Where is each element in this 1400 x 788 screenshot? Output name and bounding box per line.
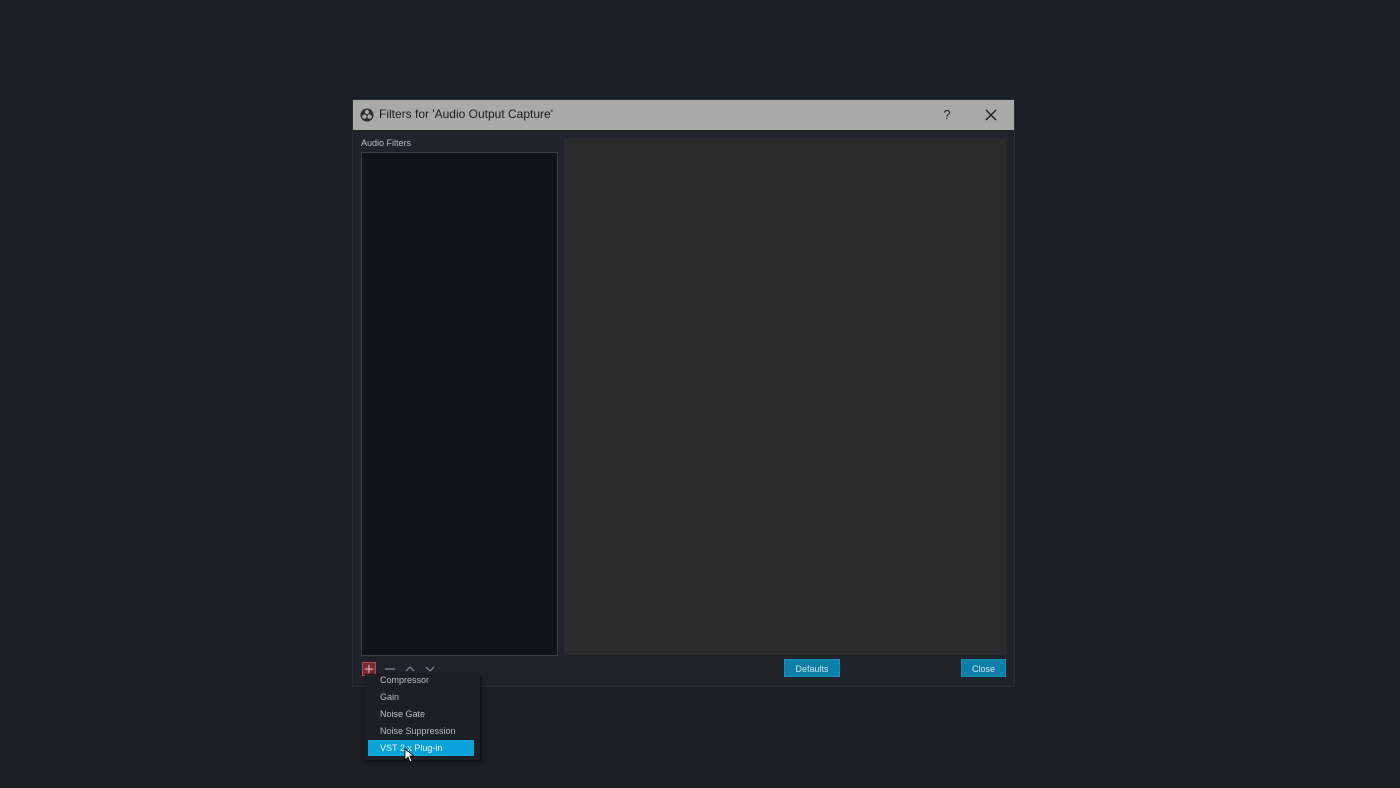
close-icon[interactable] [981, 105, 1001, 125]
title-bar[interactable]: Filters for 'Audio Output Capture' ? [353, 100, 1014, 130]
audio-filters-label: Audio Filters [361, 138, 412, 148]
filter-properties-panel [564, 138, 1006, 655]
obs-logo-icon [360, 108, 374, 122]
add-filter-menu: Compressor Gain Noise Gate Noise Suppres… [365, 674, 480, 760]
close-button[interactable]: Close [961, 659, 1006, 677]
mouse-cursor-icon [404, 748, 414, 763]
menu-item-noise-gate[interactable]: Noise Gate [368, 706, 474, 722]
defaults-button[interactable]: Defaults [784, 659, 840, 677]
menu-item-noise-suppression[interactable]: Noise Suppression [368, 723, 474, 739]
dialog-title: Filters for 'Audio Output Capture' [379, 107, 553, 121]
help-button[interactable]: ? [937, 105, 957, 125]
menu-item-compressor[interactable]: Compressor [368, 672, 474, 688]
menu-item-gain[interactable]: Gain [368, 689, 474, 705]
menu-item-vst-plugin[interactable]: VST 2.x Plug-in [368, 740, 474, 756]
audio-filters-list[interactable] [361, 152, 558, 656]
filters-dialog: Filters for 'Audio Output Capture' ? Aud… [353, 100, 1014, 686]
